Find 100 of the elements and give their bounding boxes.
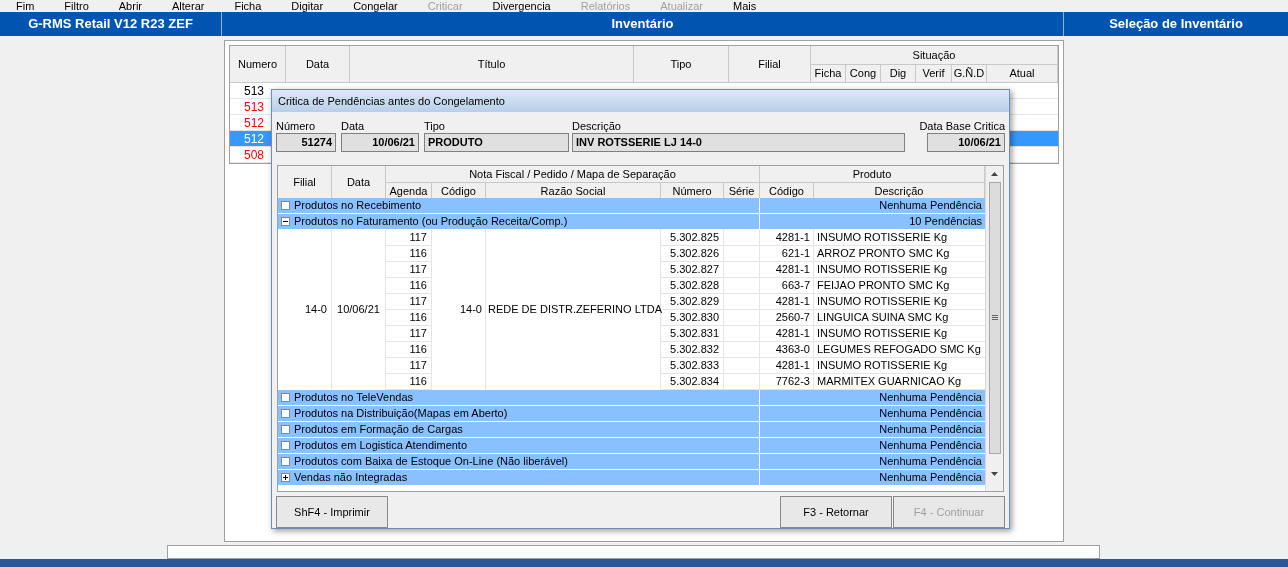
table-cell [724,277,760,294]
table-cell: INSUMO ROTISSERIE Kg [814,325,985,342]
table-cell: 5.302.829 [661,293,724,310]
vertical-scrollbar[interactable] [985,165,1003,491]
expand-icon[interactable] [281,472,290,482]
table-cell: INSUMO ROTISSERIE Kg [814,357,985,374]
table-cell: 4363-0 [760,341,814,358]
scroll-up-icon[interactable] [991,171,998,176]
scrollbar-thumb[interactable] [988,181,1001,454]
pending-status: Nenhuma Pendência [878,437,983,453]
group-label: Produtos com Baixa de Estoque On-Line (Não liberável) [294,453,568,469]
readonly-field[interactable]: PRODUTO [424,132,569,152]
expand-box-icon[interactable] [281,392,290,402]
table-cell: 116 [386,309,432,326]
readonly-field[interactable]: INV ROTSSERIE LJ 14-0 [572,132,905,152]
pending-status: 10 Pendências [908,213,983,229]
table-cell: 4281-1 [760,293,814,310]
table-cell: 117 [386,293,432,310]
menu-item[interactable]: Abrir [118,0,142,12]
group-header: Nota Fiscal / Pedido / Mapa de Separação [386,165,760,184]
table-cell: 5.302.828 [661,277,724,294]
table-cell: 513 [244,99,265,114]
menu-item[interactable]: Congelar [353,0,398,12]
menu-item[interactable]: Ficha [234,0,262,12]
expand-box-icon[interactable] [281,408,290,418]
table-cell [724,325,760,342]
menu-item[interactable]: Fim [16,0,35,12]
table-cell: 5.302.825 [661,229,724,246]
field-label: Descrição [572,118,622,133]
table-cell: ARROZ PRONTO SMC Kg [814,245,985,262]
field-label: Data Base Critica [918,118,1005,133]
table-cell: 663-7 [760,277,814,294]
table-cell: REDE DE DISTR.ZEFERINO LTDA [486,229,661,390]
table-cell: FEIJAO PRONTO SMC Kg [814,277,985,294]
table-cell: 117 [386,261,432,278]
table-cell: 5.302.831 [661,325,724,342]
table-cell: 5.302.827 [661,261,724,278]
table-cell: 117 [386,325,432,342]
menu-item[interactable]: Digitar [291,0,324,12]
group-header: Situação [811,46,1058,65]
table-cell [724,309,760,326]
screen-title: Inventário [222,12,1064,36]
panel-title: Seleção de Inventário [1108,15,1244,34]
table-cell: 7762-3 [760,373,814,390]
table-cell: 513 [244,83,265,98]
table-cell: 116 [386,341,432,358]
readonly-field[interactable]: 10/06/21 [341,132,419,152]
table-cell [724,373,760,390]
grip-icon [991,315,998,321]
group-label: Produtos no Faturamento (ou Produção Receita/Comp.) [294,213,568,229]
pending-status: Nenhuma Pendência [878,389,983,405]
expand-box-icon[interactable] [281,456,290,466]
table-cell: 4281-1 [760,229,814,246]
pending-status: Nenhuma Pendência [878,453,983,469]
group-row[interactable]: Produtos no TeleVendas Nenhuma Pendência [278,389,985,406]
group-label: Vendas não Integradas [294,469,408,485]
pending-status: Nenhuma Pendência [878,421,983,437]
menu-item[interactable]: Divergencia [492,0,551,12]
expand-box-icon[interactable] [281,424,290,434]
table-cell: 621-1 [760,245,814,262]
table-cell: 116 [386,277,432,294]
dialog-title: Critica de Pendências antes do Congelamento [272,90,1009,112]
table-cell: 117 [386,357,432,374]
table-cell: 508 [244,147,265,162]
expand-box-icon[interactable] [281,440,290,450]
table-cell: LINGUICA SUINA SMC Kg [814,309,985,326]
collapse-icon[interactable] [281,216,290,226]
menu-item[interactable]: Mais [733,0,757,12]
table-cell: 512 [244,131,265,146]
expand-box-icon[interactable] [281,200,290,210]
readonly-field[interactable]: 51274 [276,132,336,152]
table-cell [724,245,760,262]
table-cell: 4281-1 [760,261,814,278]
table-cell: INSUMO ROTISSERIE Kg [814,293,985,310]
table-cell [724,229,760,246]
group-label: Produtos no TeleVendas [294,389,414,405]
table-cell: 14-0 [432,229,486,390]
table-cell [724,293,760,310]
table-cell: INSUMO ROTISSERIE Kg [814,229,985,246]
table-cell: 10/06/21 [332,229,386,390]
table-cell: 5.302.826 [661,245,724,262]
group-label: Produtos na Distribuição(Mapas em Aberto) [294,405,508,421]
table-cell: LEGUMES REFOGADO SMC Kg [814,341,985,358]
field-label: Número [276,118,317,133]
table-cell [724,261,760,278]
table-cell: 117 [386,229,432,246]
table-cell: 116 [386,245,432,262]
menu-item[interactable]: Filtro [64,0,89,12]
dialog-button[interactable]: ShF4 - Imprimir [276,496,388,528]
pending-status: Nenhuma Pendência [878,469,983,485]
dialog-button[interactable]: F3 - Retornar [780,496,892,528]
menu-item[interactable]: Alterar [172,0,205,12]
readonly-field[interactable]: 10/06/21 [927,132,1005,152]
table-cell: 14-0 [278,229,332,390]
command-input[interactable] [167,544,1100,559]
table-cell: 512 [244,115,265,130]
field-label: Data [341,118,366,133]
table-cell: 5.302.833 [661,357,724,374]
table-cell: MARMITEX GUARNICAO Kg [814,373,985,390]
scroll-down-icon[interactable] [991,471,998,476]
